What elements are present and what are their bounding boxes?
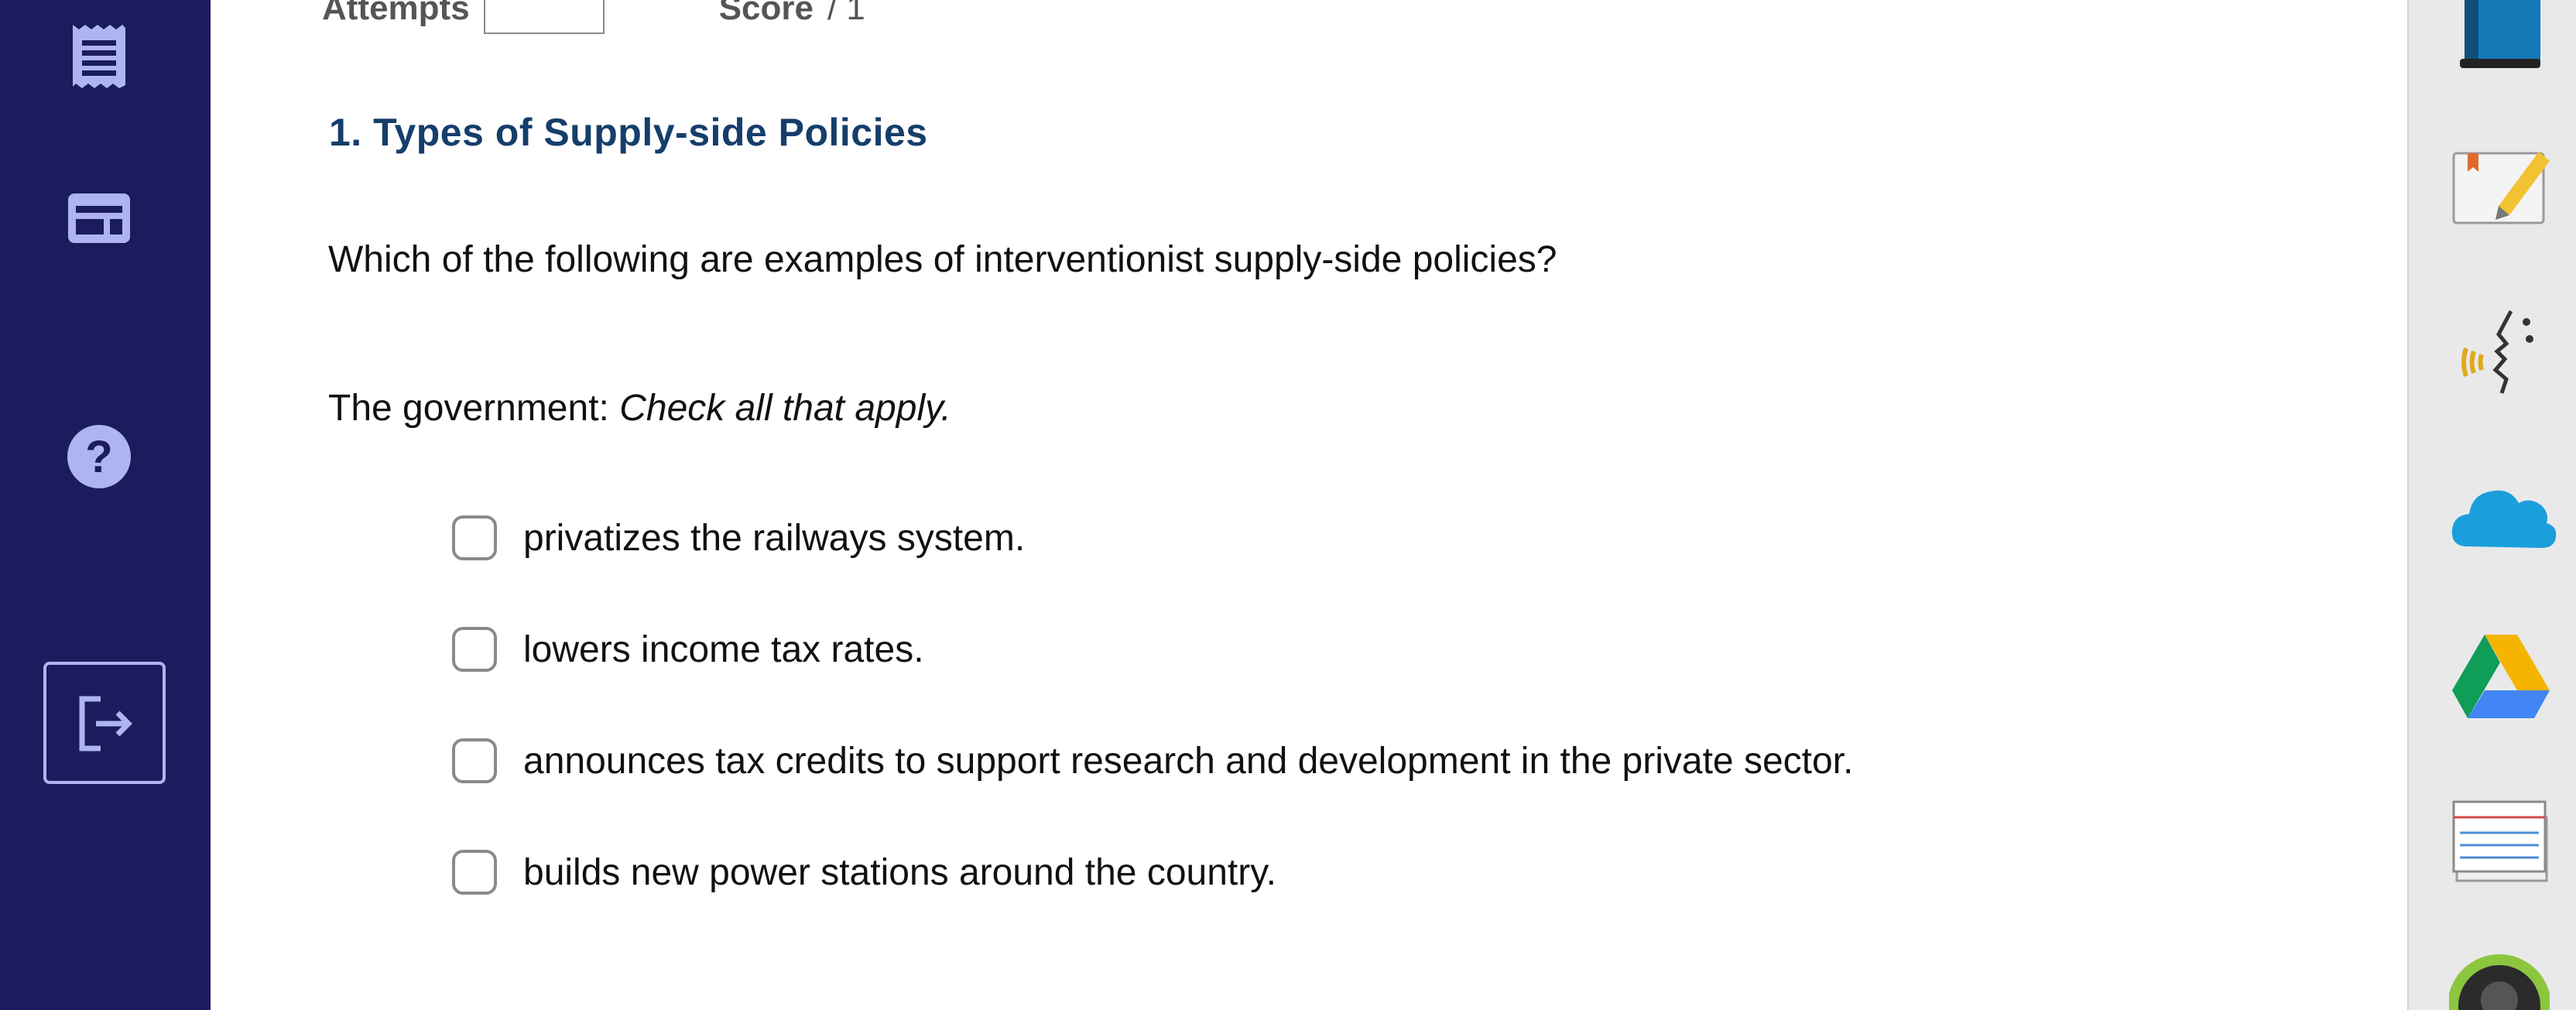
layout-icon[interactable] [67, 192, 132, 245]
instruction-note: Check all that apply. [619, 388, 951, 429]
right-dock [2407, 0, 2576, 1010]
google-drive-icon[interactable] [2451, 633, 2551, 723]
answer-option[interactable]: announces tax credits to support researc… [452, 734, 1853, 788]
checkbox[interactable] [452, 850, 497, 895]
checkbox[interactable] [452, 515, 497, 560]
index-cards-icon[interactable] [2452, 800, 2551, 885]
left-navigation: ? [0, 0, 211, 1010]
receipt-icon[interactable] [71, 23, 127, 90]
question-instruction: The government: Check all that apply. [328, 387, 951, 430]
profile-ring-icon[interactable] [2449, 954, 2550, 1010]
question-panel: Attempts Score / 1 1. Types of Supply-si… [211, 0, 2407, 1010]
option-label: builds new power stations around the cou… [523, 851, 1277, 893]
help-icon[interactable]: ? [67, 424, 132, 489]
book-icon[interactable] [2454, 0, 2547, 70]
question-prompt: Which of the following are examples of i… [328, 239, 1557, 280]
option-label: announces tax credits to support researc… [523, 740, 1854, 782]
score-label: Score [718, 0, 814, 27]
attempts-score-bar: Attempts Score / 1 [322, 0, 865, 36]
checkbox[interactable] [452, 738, 497, 783]
instruction-lead: The government: [328, 388, 609, 429]
option-label: privatizes the railways system. [523, 517, 1026, 559]
notes-icon[interactable] [2452, 146, 2553, 226]
checkbox[interactable] [452, 627, 497, 672]
onedrive-icon[interactable] [2449, 478, 2557, 553]
logout-button[interactable] [43, 662, 166, 784]
attempts-label: Attempts [322, 0, 470, 27]
score-value: / 1 [827, 0, 865, 27]
option-label: lowers income tax rates. [523, 628, 924, 670]
attempts-box [483, 0, 605, 34]
svg-text:?: ? [85, 432, 112, 482]
answer-option[interactable]: lowers income tax rates. [452, 622, 924, 676]
speech-icon[interactable] [2461, 308, 2547, 399]
answer-option[interactable]: builds new power stations around the cou… [452, 845, 1276, 899]
logout-icon [79, 696, 132, 752]
answer-option[interactable]: privatizes the railways system. [452, 511, 1025, 565]
question-title: 1. Types of Supply-side Policies [329, 111, 928, 154]
